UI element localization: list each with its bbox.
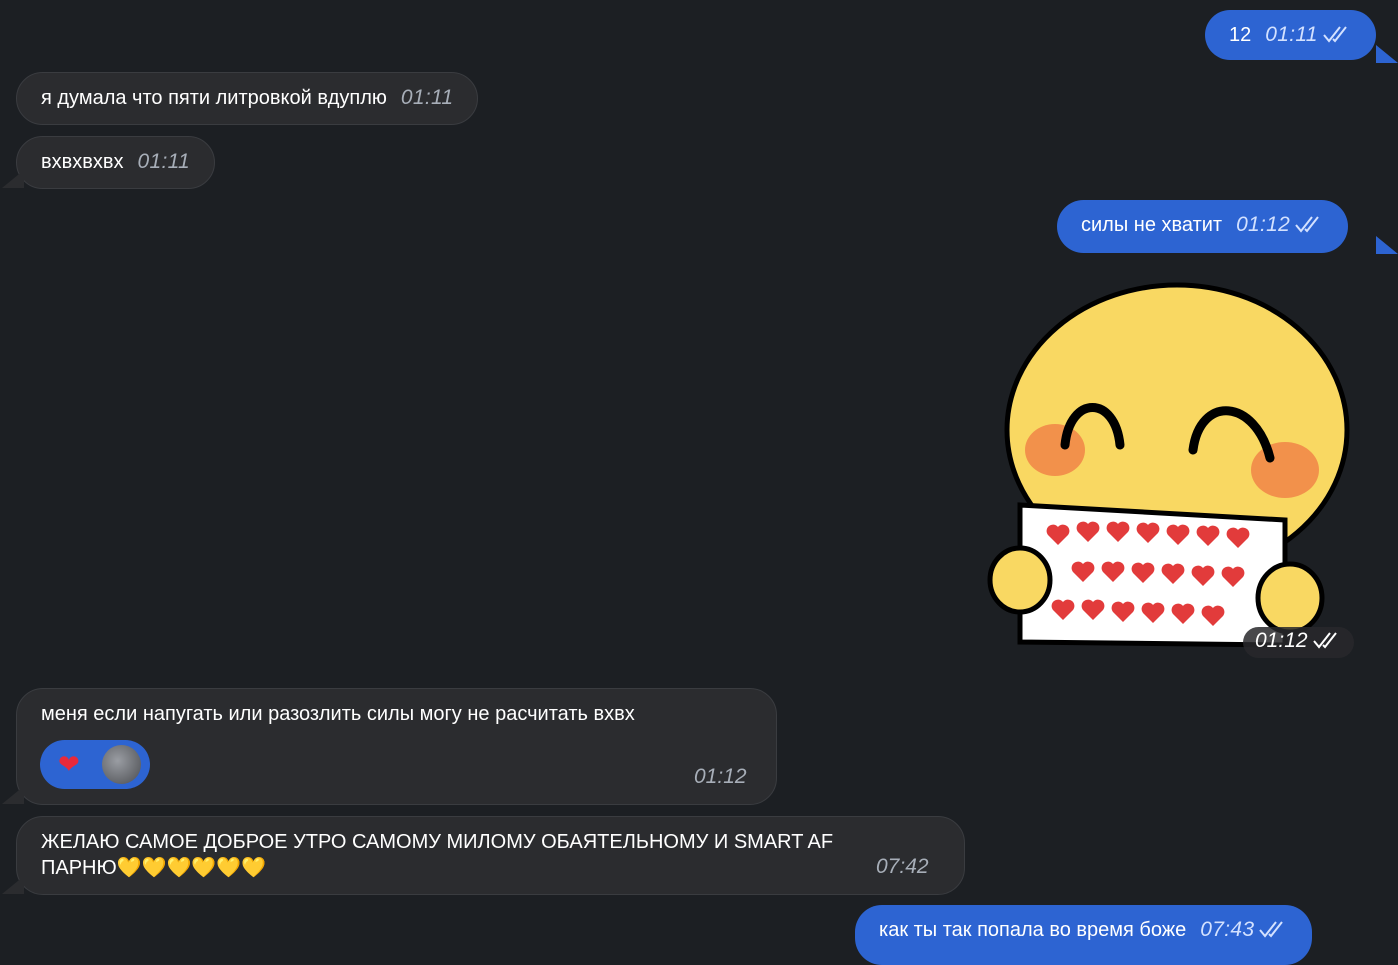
message-time: 01:11: [400, 86, 454, 109]
bubble-tail: [2, 786, 24, 804]
reaction-pill[interactable]: ❤: [40, 740, 150, 789]
double-check-icon: [1258, 919, 1288, 946]
message-time: 01:12: [1236, 213, 1291, 236]
double-check-icon: [1312, 630, 1342, 656]
message-text: как ты так попала во время боже: [879, 919, 1187, 941]
message-time: 07:42: [876, 855, 929, 878]
bubble-tail: [2, 170, 24, 188]
message-time: 01:11: [137, 150, 190, 173]
message-text: я думала что пяти литровкой вдуплю: [41, 87, 387, 109]
message-text: вхвхвхвх: [41, 151, 124, 173]
sticker-timestamp: 01:12: [1243, 627, 1354, 658]
bubble-tail: [1376, 45, 1398, 63]
message-time: 01:12: [1255, 629, 1308, 652]
sticker-message[interactable]: 01:12: [985, 280, 1355, 658]
message-text: меня если напугать или разозлить силы мо…: [41, 703, 635, 725]
double-check-icon: [1294, 214, 1324, 241]
bubble-tail: [1376, 236, 1398, 254]
outgoing-message[interactable]: 12 01:11: [1205, 10, 1376, 60]
smiling-face-with-hearts-sign-sticker: [987, 282, 1350, 648]
message-text: 12: [1229, 24, 1252, 46]
avatar: [102, 745, 141, 784]
message-text-line: ЖЕЛАЮ САМОЕ ДОБРОЕ УТРО САМОМУ МИЛОМУ ОБ…: [41, 831, 834, 853]
incoming-message[interactable]: ЖЕЛАЮ САМОЕ ДОБРОЕ УТРО САМОМУ МИЛОМУ ОБ…: [16, 816, 965, 895]
bubble-tail: [2, 876, 24, 894]
message-time: 01:12: [694, 765, 747, 788]
message-time: 01:11: [1265, 23, 1318, 46]
message-text: силы не хватит: [1081, 214, 1223, 236]
heart-reaction-icon: ❤: [58, 749, 80, 779]
message-text-line: ПАРНЮ💛💛💛💛💛💛: [41, 857, 267, 879]
double-check-icon: [1322, 24, 1352, 51]
message-time: 07:43: [1200, 918, 1255, 941]
incoming-message[interactable]: вхвхвхвх 01:11: [16, 136, 215, 189]
outgoing-message[interactable]: силы не хватит 01:12: [1057, 200, 1349, 253]
incoming-message[interactable]: я думала что пяти литровкой вдуплю 01:11: [16, 72, 479, 125]
outgoing-message[interactable]: как ты так попала во время боже 07:43: [855, 905, 1313, 965]
